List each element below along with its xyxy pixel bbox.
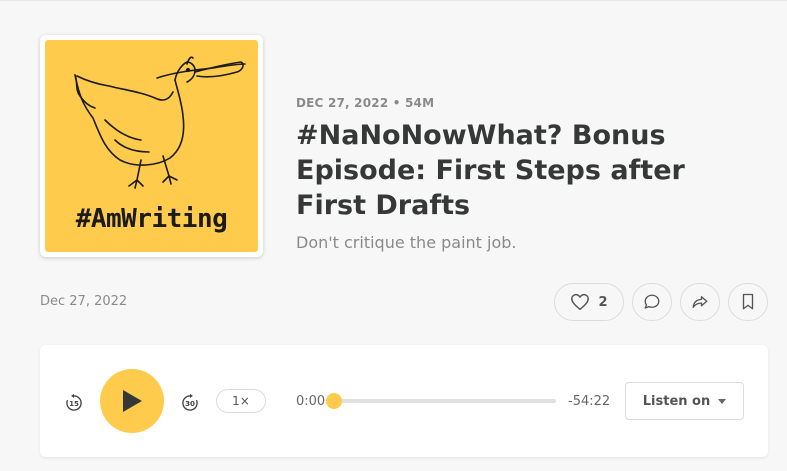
skip-forward-label: 30 [185, 399, 195, 408]
skip-back-label: 15 [69, 399, 79, 408]
episode-meta: DEC 27, 2022 • 54M [296, 96, 435, 110]
bookmark-icon [742, 293, 754, 310]
like-button[interactable]: 2 [554, 283, 624, 321]
play-icon [123, 390, 142, 412]
top-divider [0, 0, 787, 1]
progress-knob[interactable] [326, 393, 342, 409]
current-time: 0:00 [296, 394, 326, 409]
playback-speed-button[interactable]: 1× [216, 389, 266, 413]
play-button[interactable] [100, 369, 164, 433]
share-icon [692, 296, 708, 308]
podcast-cover[interactable]: #AmWriting [40, 35, 263, 257]
audio-player: 15 30 1× 0:00 -54:22 Listen on [40, 345, 768, 457]
skip-back-15-icon[interactable]: 15 [64, 393, 84, 413]
episode-subtitle: Don't critique the paint job. [296, 233, 517, 252]
listen-on-dropdown[interactable]: Listen on [625, 382, 744, 420]
chevron-down-icon [718, 398, 727, 404]
skip-forward-30-icon[interactable]: 30 [180, 393, 200, 413]
comment-icon [644, 294, 660, 309]
cover-art: #AmWriting [45, 40, 258, 252]
listen-on-label: Listen on [642, 393, 711, 409]
cover-title: #AmWriting [75, 204, 228, 234]
heart-icon [571, 293, 590, 311]
comment-button[interactable] [632, 283, 672, 321]
share-button[interactable] [680, 283, 720, 321]
progress-track[interactable] [336, 399, 556, 403]
bookmark-button[interactable] [728, 283, 768, 321]
post-date: Dec 27, 2022 [40, 294, 128, 309]
remaining-time: -54:22 [568, 394, 611, 409]
episode-title[interactable]: #NaNoNowWhat? Bonus Episode: First Steps… [296, 118, 756, 223]
like-count: 2 [598, 294, 608, 310]
